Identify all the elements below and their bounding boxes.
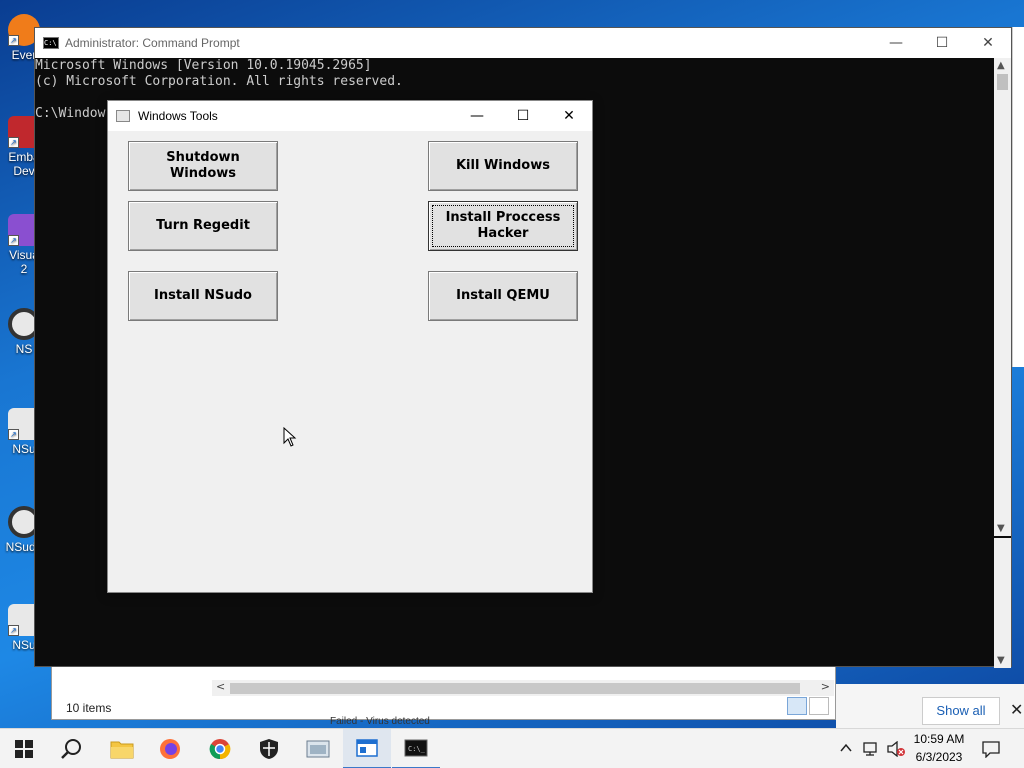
window-icon: [356, 739, 378, 757]
taskbar-file-explorer[interactable]: [98, 729, 146, 768]
chevron-up-icon[interactable]: [840, 742, 852, 754]
details-view-icon[interactable]: [787, 697, 807, 715]
console-line: (c) Microsoft Corporation. All rights re…: [35, 74, 403, 89]
cmd-window-title: Administrator: Command Prompt: [65, 36, 240, 50]
tools-titlebar[interactable]: Windows Tools — ☐ ✕: [108, 101, 592, 131]
maximize-button[interactable]: ☐: [919, 28, 965, 58]
shutdown-windows-button[interactable]: Shutdown Windows: [128, 141, 278, 191]
taskbar-firefox[interactable]: [146, 729, 194, 768]
install-nsudo-button[interactable]: Install NSudo: [128, 271, 278, 321]
shield-icon: [260, 739, 278, 759]
lower-vertical-scrollbar[interactable]: ▼: [994, 538, 1011, 668]
svg-text:C:\_: C:\_: [408, 745, 426, 753]
close-button[interactable]: ✕: [965, 28, 1011, 58]
terminal-icon: C:\_: [404, 739, 428, 757]
cmd-window-controls: — ☐ ✕: [873, 28, 1011, 58]
start-button[interactable]: [0, 729, 48, 768]
large-icons-view-icon[interactable]: [809, 697, 829, 715]
network-icon[interactable]: [862, 741, 880, 757]
taskbar: C:\_ 10:59 AM 6/3/2023: [0, 728, 1024, 768]
notification-center-icon[interactable]: [982, 740, 1000, 758]
volume-muted-icon[interactable]: [886, 741, 906, 757]
scrollbar-thumb[interactable]: [997, 74, 1008, 90]
maximize-button[interactable]: ☐: [500, 101, 546, 131]
folder-icon: [110, 741, 134, 759]
taskbar-command-prompt[interactable]: C:\_: [392, 729, 440, 768]
turn-regedit-button[interactable]: Turn Regedit: [128, 201, 278, 251]
chrome-icon: [209, 739, 231, 760]
install-process-hacker-button[interactable]: Install Proccess Hacker: [428, 201, 578, 251]
clock-date[interactable]: 6/3/2023: [912, 750, 966, 764]
scroll-down-icon[interactable]: ▼: [997, 523, 1005, 534]
item-count-status: 10 items: [66, 701, 112, 715]
background-window-edge: [1012, 27, 1024, 367]
taskbar-windows-tools[interactable]: [343, 729, 391, 768]
scrollbar-thumb[interactable]: [230, 683, 800, 694]
view-toggle-group: [787, 697, 829, 715]
windows-tools-window: Windows Tools — ☐ ✕ Shutdown Windows Kil…: [107, 100, 593, 593]
app-window-icon: [306, 740, 330, 758]
taskbar-chrome[interactable]: [196, 729, 244, 768]
scroll-down-icon[interactable]: ▼: [997, 655, 1005, 666]
taskbar-app[interactable]: [294, 729, 342, 768]
minimize-button[interactable]: —: [873, 28, 919, 58]
firefox-icon: [160, 739, 180, 759]
tools-window-controls: — ☐ ✕: [454, 101, 592, 131]
close-button[interactable]: ✕: [546, 101, 592, 131]
close-icon[interactable]: ✕: [1010, 700, 1023, 719]
taskbar-windows-security[interactable]: [245, 729, 293, 768]
window-app-icon: [116, 110, 130, 122]
install-qemu-button[interactable]: Install QEMU: [428, 271, 578, 321]
clock-time[interactable]: 10:59 AM: [912, 732, 966, 746]
console-line: Microsoft Windows [Version 10.0.19045.29…: [35, 58, 372, 73]
scroll-up-icon[interactable]: ▲: [997, 60, 1005, 71]
download-failed-text: Failed - Virus detected: [330, 716, 430, 727]
tools-window-title: Windows Tools: [138, 109, 218, 123]
minimize-button[interactable]: —: [454, 101, 500, 131]
search-button[interactable]: [48, 729, 96, 768]
horizontal-scrollbar[interactable]: < >: [212, 680, 834, 696]
mouse-cursor-icon: [283, 427, 297, 447]
search-icon: [61, 739, 81, 759]
cmd-titlebar[interactable]: C:\ Administrator: Command Prompt — ☐ ✕: [35, 28, 1011, 58]
cmd-vertical-scrollbar[interactable]: ▲ ▼: [994, 58, 1011, 536]
windows-logo-icon: [15, 740, 33, 758]
scroll-left-icon[interactable]: <: [216, 680, 225, 693]
show-all-button[interactable]: Show all: [922, 697, 1000, 725]
scroll-right-icon[interactable]: >: [821, 680, 830, 693]
cmd-app-icon: C:\: [43, 37, 59, 49]
kill-windows-button[interactable]: Kill Windows: [428, 141, 578, 191]
